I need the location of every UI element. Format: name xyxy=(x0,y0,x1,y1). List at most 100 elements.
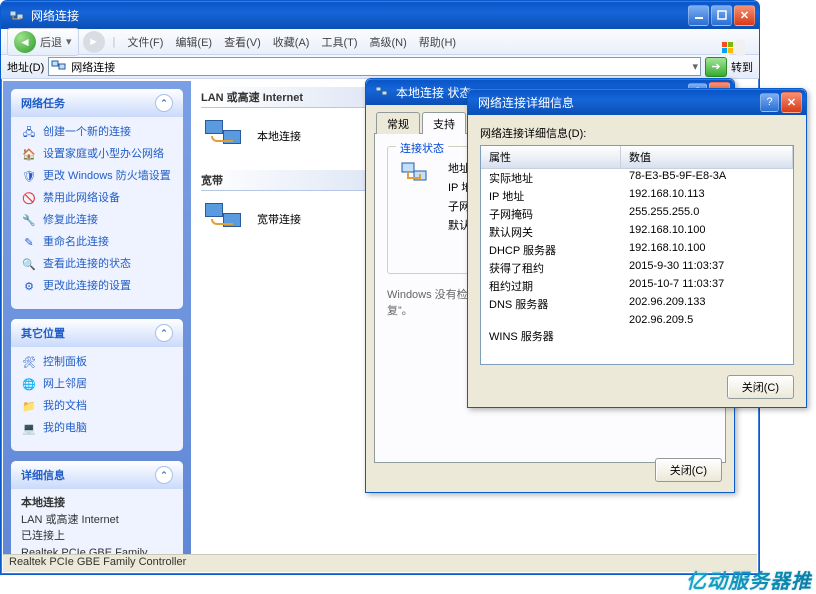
cell-value: 255.255.255.0 xyxy=(621,205,793,223)
menu-file[interactable]: 文件(F) xyxy=(123,32,167,52)
list-header: 属性 数值 xyxy=(481,146,793,169)
menu-edit[interactable]: 编辑(E) xyxy=(171,32,216,52)
menu-adv[interactable]: 高级(N) xyxy=(366,32,411,52)
back-button[interactable]: ◄ 后退 ▾ xyxy=(7,28,79,56)
watermark-text: 亿动服务器推 xyxy=(686,565,812,594)
cell-value: 192.168.10.100 xyxy=(621,241,793,259)
list-row[interactable]: DHCP 服务器192.168.10.100 xyxy=(481,241,793,259)
detail-connection-device: Realtek PCIe GBE Family Controller xyxy=(21,545,173,555)
cell-property: 租约过期 xyxy=(481,277,621,295)
link-network-places[interactable]: 🌐网上邻居 xyxy=(21,375,173,397)
cell-value: 202.96.209.5 xyxy=(621,313,793,327)
tab-support[interactable]: 支持 xyxy=(422,112,466,134)
address-value: 网络连接 xyxy=(71,59,115,75)
menu-help[interactable]: 帮助(H) xyxy=(415,32,460,52)
status-dialog-icon xyxy=(374,84,390,100)
repair-icon: 🔧 xyxy=(21,214,37,230)
cell-property xyxy=(481,313,621,327)
address-label: 地址(D) xyxy=(7,59,44,75)
link-control-panel[interactable]: 🛠控制面板 xyxy=(21,353,173,375)
tab-general[interactable]: 常规 xyxy=(376,112,420,134)
back-label: 后退 xyxy=(40,34,62,50)
list-row[interactable]: 子网掩码255.255.255.0 xyxy=(481,205,793,223)
collapse-icon[interactable]: ⌃ xyxy=(155,466,173,484)
address-input[interactable]: 网络连接 ▾ xyxy=(48,57,701,76)
cell-value: 192.168.10.100 xyxy=(621,223,793,241)
details-close-action[interactable]: 关闭(C) xyxy=(727,375,794,399)
panel-network-tasks: 网络任务 ⌃ 🖧创建一个新的连接 🏠设置家庭或小型办公网络 🛡更改 Window… xyxy=(11,89,183,309)
details-dialog-title: 网络连接详细信息 xyxy=(472,94,758,111)
task-rename[interactable]: ✎重命名此连接 xyxy=(21,233,173,255)
broadband-connection-icon xyxy=(201,199,249,239)
task-label: 禁用此网络设备 xyxy=(43,192,120,205)
connection-local-label: 本地连接 xyxy=(257,128,301,144)
cell-property: DHCP 服务器 xyxy=(481,241,621,259)
other-places-header[interactable]: 其它位置 ⌃ xyxy=(11,319,183,347)
task-label: 设置家庭或小型办公网络 xyxy=(43,148,164,161)
panel-details: 详细信息 ⌃ 本地连接 LAN 或高速 Internet 已连接上 Realte… xyxy=(11,461,183,554)
link-my-computer[interactable]: 💻我的电脑 xyxy=(21,419,173,441)
col-property[interactable]: 属性 xyxy=(481,146,621,168)
panel-other-places: 其它位置 ⌃ 🛠控制面板 🌐网上邻居 📁我的文档 💻我的电脑 xyxy=(11,319,183,451)
task-label: 修复此连接 xyxy=(43,214,98,227)
help-button[interactable]: ? xyxy=(760,93,779,112)
cell-property: 实际地址 xyxy=(481,169,621,187)
cell-value: 2015-10-7 11:03:37 xyxy=(621,277,793,295)
list-row[interactable]: 202.96.209.5 xyxy=(481,313,793,327)
details-close-button[interactable]: ✕ xyxy=(781,92,802,113)
minimize-button[interactable] xyxy=(688,5,709,26)
close-button[interactable]: ✕ xyxy=(734,5,755,26)
place-label: 网上邻居 xyxy=(43,378,87,391)
status-bar-text: Realtek PCIe GBE Family Controller xyxy=(9,556,186,568)
list-row[interactable]: DNS 服务器202.96.209.133 xyxy=(481,295,793,313)
toolbar: ◄ 后退 ▾ ► | 文件(F) 编辑(E) 查看(V) 收藏(A) 工具(T)… xyxy=(1,29,759,55)
computer-icon: 💻 xyxy=(21,422,37,438)
task-change-settings[interactable]: ⚙更改此连接的设置 xyxy=(21,277,173,299)
task-new-connection[interactable]: 🖧创建一个新的连接 xyxy=(21,123,173,145)
forward-button[interactable]: ► xyxy=(83,31,105,53)
link-my-documents[interactable]: 📁我的文档 xyxy=(21,397,173,419)
list-row[interactable]: 获得了租约2015-9-30 11:03:37 xyxy=(481,259,793,277)
task-home-network[interactable]: 🏠设置家庭或小型办公网络 xyxy=(21,145,173,167)
status-bar: Realtek PCIe GBE Family Controller xyxy=(3,554,757,572)
details-listview[interactable]: 属性 数值 实际地址78-E3-B5-9F-E8-3AIP 地址192.168.… xyxy=(480,145,794,365)
cell-value: 78-E3-B5-9F-E8-3A xyxy=(621,169,793,187)
list-row[interactable]: 默认网关192.168.10.100 xyxy=(481,223,793,241)
cell-property: 获得了租约 xyxy=(481,259,621,277)
list-row[interactable]: IP 地址192.168.10.113 xyxy=(481,187,793,205)
col-value[interactable]: 数值 xyxy=(621,146,793,168)
list-row[interactable]: WINS 服务器 xyxy=(481,327,793,345)
group-legend: 连接状态 xyxy=(396,140,448,156)
task-label: 更改 Windows 防火墙设置 xyxy=(43,170,171,183)
status-close-action[interactable]: 关闭(C) xyxy=(655,458,722,482)
collapse-icon[interactable]: ⌃ xyxy=(155,324,173,342)
menu-tools[interactable]: 工具(T) xyxy=(317,32,361,52)
settings-icon: ⚙ xyxy=(21,280,37,296)
task-firewall[interactable]: 🛡更改 Windows 防火墙设置 xyxy=(21,167,173,189)
cell-property: 默认网关 xyxy=(481,223,621,241)
back-arrow-icon: ◄ xyxy=(14,31,36,53)
list-row[interactable]: 租约过期2015-10-7 11:03:37 xyxy=(481,277,793,295)
address-bar: 地址(D) 网络连接 ▾ ➔ 转到 xyxy=(1,55,759,79)
outer-titlebar[interactable]: 网络连接 ✕ xyxy=(1,1,759,29)
back-dropdown[interactable]: ▾ xyxy=(66,35,72,48)
cell-property: IP 地址 xyxy=(481,187,621,205)
address-dropdown[interactable]: ▾ xyxy=(692,60,698,73)
collapse-icon[interactable]: ⌃ xyxy=(155,94,173,112)
network-tasks-header[interactable]: 网络任务 ⌃ xyxy=(11,89,183,117)
maximize-button[interactable] xyxy=(711,5,732,26)
documents-icon: 📁 xyxy=(21,400,37,416)
menu-fav[interactable]: 收藏(A) xyxy=(269,32,314,52)
lan-connection-icon xyxy=(201,116,249,156)
menu-view[interactable]: 查看(V) xyxy=(220,32,265,52)
list-row[interactable]: 实际地址78-E3-B5-9F-E8-3A xyxy=(481,169,793,187)
task-disable[interactable]: 🚫禁用此网络设备 xyxy=(21,189,173,211)
details-label: 网络连接详细信息(D): xyxy=(480,125,794,141)
network-tasks-title: 网络任务 xyxy=(21,95,65,111)
task-repair[interactable]: 🔧 修复此连接 xyxy=(21,211,173,233)
control-panel-icon: 🛠 xyxy=(21,356,37,372)
details-header[interactable]: 详细信息 ⌃ xyxy=(11,461,183,489)
detail-connection-status: 已连接上 xyxy=(21,528,173,545)
task-view-status[interactable]: 🔍查看此连接的状态 xyxy=(21,255,173,277)
details-titlebar[interactable]: 网络连接详细信息 ? ✕ xyxy=(468,89,806,115)
